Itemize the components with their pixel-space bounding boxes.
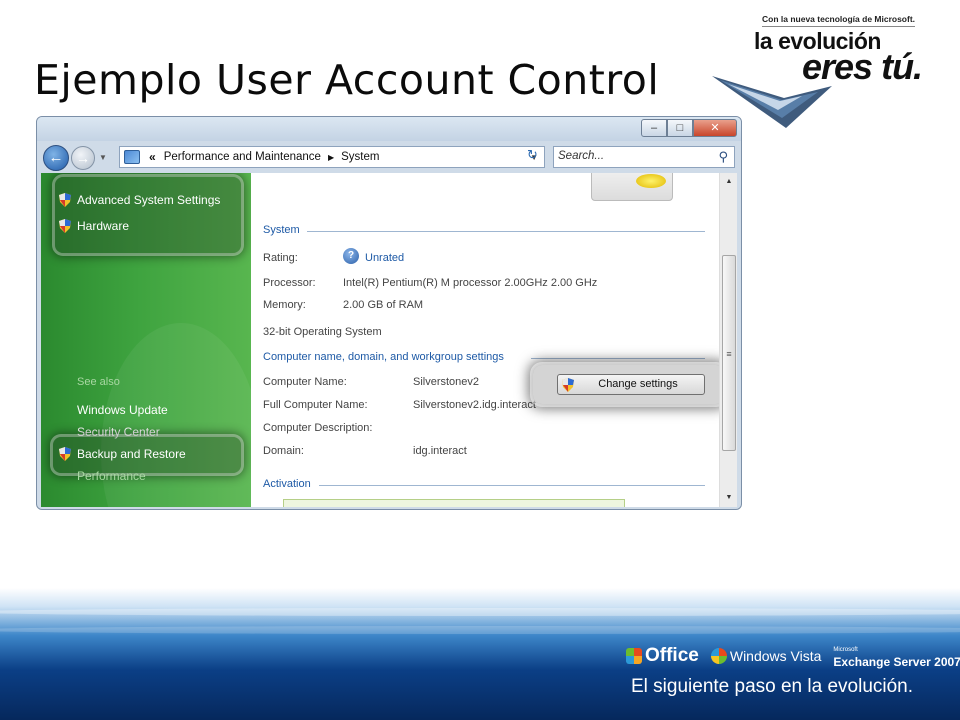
breadcrumb-overflow[interactable]: « (149, 150, 156, 164)
window-titlebar[interactable]: – □ ✕ (37, 117, 741, 141)
section-divider (319, 485, 705, 486)
memory-label: Memory: (263, 299, 306, 311)
windows-logo-icon (710, 648, 727, 664)
task-pane: Advanced System Settings Hardware See al… (41, 173, 251, 507)
navigation-bar: ← → ▼ « Performance and Maintenance ▶ Sy… (37, 143, 741, 171)
rating-label: Rating: (263, 252, 298, 264)
product-logos: Office Windows Vista Microsoft Exchange … (626, 644, 960, 668)
footer-decoration (0, 626, 960, 634)
vertical-scrollbar[interactable]: ▲ ≡ ▼ (719, 173, 737, 507)
back-arrow-icon[interactable]: ← (43, 145, 69, 171)
help-question-icon[interactable]: ? (343, 248, 359, 264)
address-bar[interactable]: « Performance and Maintenance ▶ System ▼ (119, 146, 545, 168)
change-settings-label: Change settings (598, 378, 678, 390)
computer-description-label: Computer Description: (263, 422, 373, 434)
breadcrumb-system[interactable]: System (341, 151, 379, 163)
uac-shield-icon (59, 219, 71, 233)
domain-value: idg.interact (413, 445, 467, 457)
uac-shield-icon (59, 193, 71, 207)
uac-highlight-tasks (55, 177, 241, 253)
processor-value: Intel(R) Pentium(R) M processor 2.00GHz … (343, 277, 598, 289)
scroll-down-arrow-icon[interactable]: ▼ (720, 491, 738, 505)
performance-link[interactable]: Performance (77, 469, 146, 483)
search-placeholder: Search... (558, 150, 605, 162)
computer-name-label: Computer Name: (263, 376, 347, 388)
breadcrumb-separator-icon[interactable]: ▶ (328, 153, 334, 162)
computer-name-section-heading: Computer name, domain, and workgroup set… (263, 351, 504, 363)
see-also-heading: See also (77, 376, 120, 388)
product-vista: Windows Vista (729, 648, 822, 664)
maximize-button[interactable]: □ (667, 119, 693, 137)
full-computer-name-label: Full Computer Name: (263, 399, 368, 411)
office-logo-icon (626, 648, 642, 664)
footer-decoration (0, 608, 960, 616)
breadcrumb-performance[interactable]: Performance and Maintenance (164, 151, 321, 163)
product-exchange: Microsoft Exchange Server 2007 (833, 644, 960, 668)
brand-line2: eres tú. (802, 46, 923, 87)
close-button[interactable]: ✕ (693, 119, 737, 137)
processor-label: Processor: (263, 277, 316, 289)
refresh-icon[interactable]: ↻ (527, 147, 538, 163)
search-icon[interactable]: ⚲ (718, 149, 728, 165)
footer-tagline: El siguiente paso en la evolución. (631, 676, 914, 697)
uac-shield-icon (562, 378, 574, 392)
slide-title: Ejemplo User Account Control (34, 56, 660, 104)
scroll-up-arrow-icon[interactable]: ▲ (720, 175, 738, 189)
slide-footer: Office Windows Vista Microsoft Exchange … (0, 588, 960, 720)
brand-tagline: Con la nueva tecnología de Microsoft. (762, 14, 916, 27)
rating-value-link[interactable]: Unrated (365, 252, 404, 264)
advanced-system-settings-link[interactable]: Advanced System Settings (77, 193, 220, 207)
scroll-thumb[interactable]: ≡ (722, 255, 736, 451)
computer-illustration-icon (591, 173, 673, 201)
section-divider (307, 231, 705, 232)
system-content-pane: System Rating: ? Unrated Processor: Inte… (251, 173, 719, 507)
product-office: Office (645, 645, 699, 666)
change-settings-button[interactable]: Change settings (557, 374, 705, 395)
minimize-button[interactable]: – (641, 119, 667, 137)
full-computer-name-value: Silverstonev2.idg.interact (413, 399, 536, 411)
backup-and-restore-link[interactable]: Backup and Restore (77, 447, 186, 461)
brand-logo-block: Con la nueva tecnología de Microsoft. la… (706, 6, 960, 130)
activation-section-heading: Activation (263, 478, 311, 490)
domain-label: Domain: (263, 445, 304, 457)
window-controls: – □ ✕ (641, 119, 737, 137)
uac-shield-icon (59, 447, 71, 461)
computer-name-value: Silverstonev2 (413, 376, 480, 388)
control-panel-icon (124, 150, 140, 164)
recent-pages-dropdown-icon[interactable]: ▼ (99, 153, 107, 162)
forward-arrow-icon[interactable]: → (71, 146, 95, 170)
hardware-link[interactable]: Hardware (77, 219, 129, 233)
activation-status-bar (283, 499, 625, 507)
product-exchange-name: Exchange Server 2007 (833, 655, 960, 669)
search-input[interactable]: Search... ⚲ (553, 146, 735, 168)
os-type: 32-bit Operating System (263, 326, 382, 338)
windows-update-link[interactable]: Windows Update (77, 403, 168, 417)
system-section-heading: System (263, 224, 300, 236)
system-window: – □ ✕ ← → ▼ « Performance and Maintenanc… (36, 116, 742, 510)
section-divider (531, 358, 705, 359)
memory-value: 2.00 GB of RAM (343, 299, 424, 311)
